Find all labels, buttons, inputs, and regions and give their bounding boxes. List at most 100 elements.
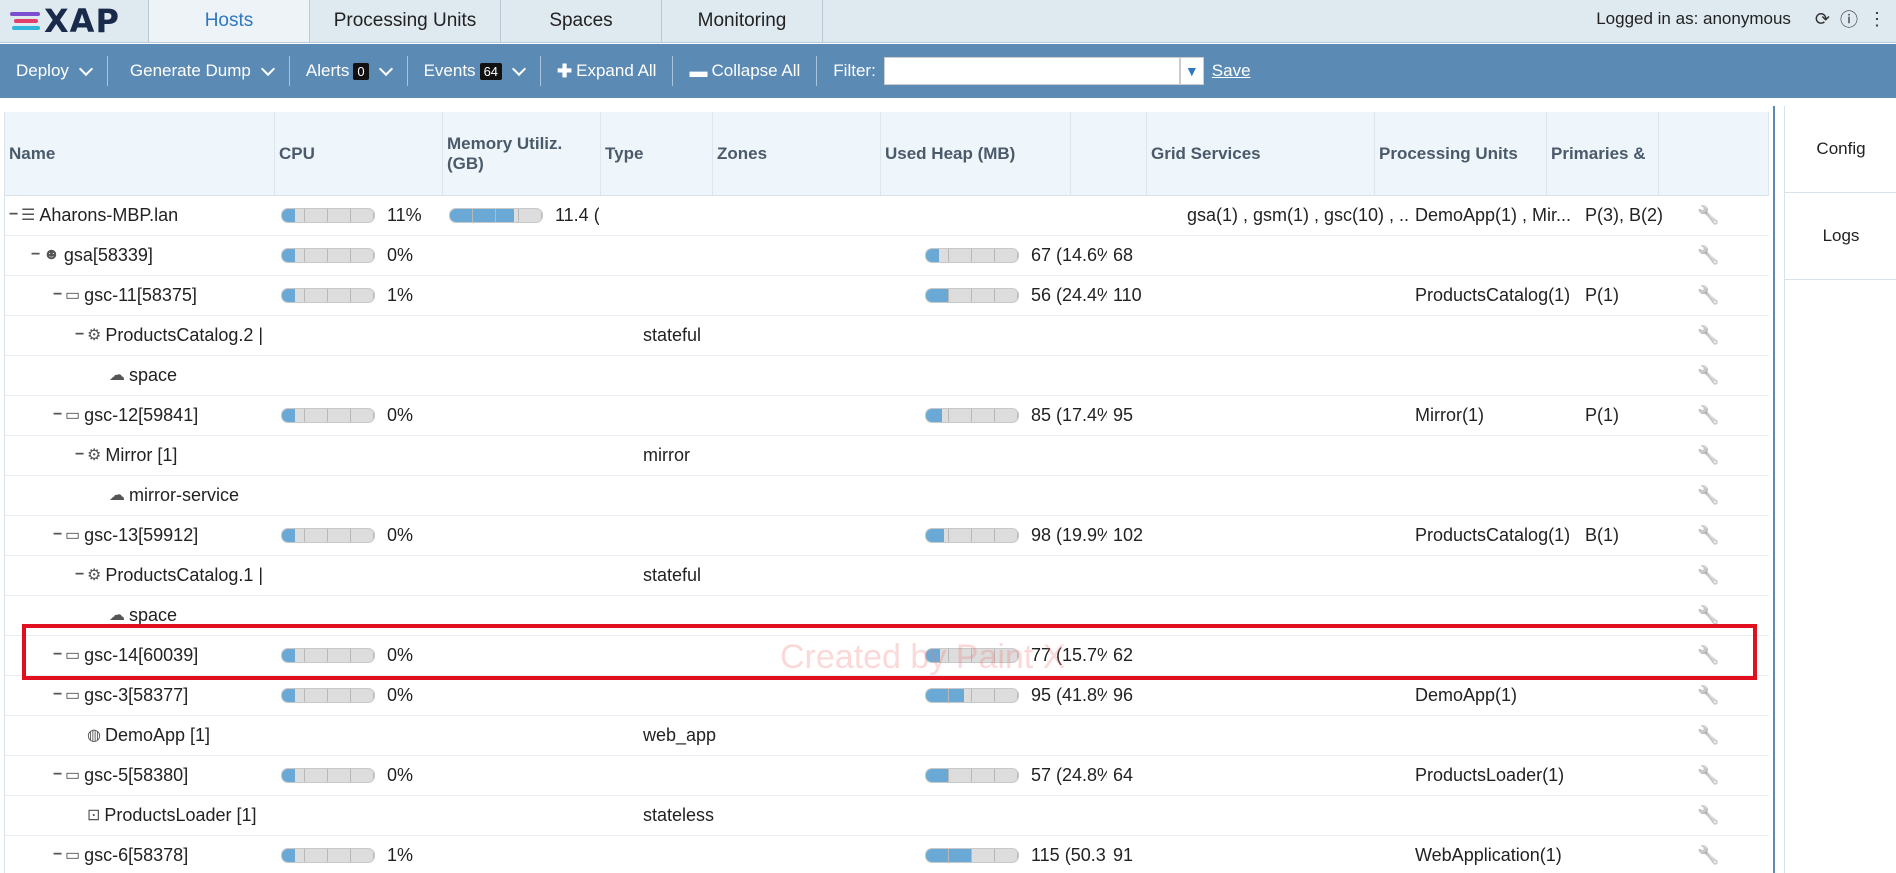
tab-hosts[interactable]: Hosts [148, 0, 309, 42]
table-row[interactable]: − ▭ gsc-13[59912] 0% 98 (19.9% 102 ProductsCat… [5, 515, 1769, 556]
collapse-toggle-icon[interactable]: − [53, 766, 65, 784]
collapse-toggle-icon[interactable]: − [75, 446, 87, 464]
scrollbar[interactable] [1773, 106, 1775, 873]
bar-ticks [926, 768, 1018, 782]
wrench-icon[interactable]: 🔧 [1697, 605, 1719, 626]
row-name[interactable]: space [129, 365, 177, 386]
alerts-button[interactable]: Alerts 0 [290, 54, 407, 88]
column-header-extra[interactable] [1071, 112, 1147, 195]
menu-icon[interactable]: ⋮ [1868, 9, 1886, 30]
table-row[interactable]: −☰Aharons-MBP.lan 11% 11.4 (69.8 gsa(1) , g… [5, 195, 1769, 236]
wrench-icon[interactable]: 🔧 [1697, 805, 1719, 826]
wrench-icon[interactable]: 🔧 [1697, 205, 1719, 226]
wrench-icon[interactable]: 🔧 [1697, 445, 1719, 466]
column-header-zones[interactable]: Zones [713, 112, 881, 195]
table-row[interactable]: ⊡ ProductsLoader [1] stateless 🔧 [5, 795, 1769, 836]
cpu-value: 0% [387, 524, 414, 545]
generate-dump-button[interactable]: Generate Dump [108, 54, 289, 88]
row-name[interactable]: gsc-3[58377] [84, 685, 188, 706]
collapse-toggle-icon[interactable]: − [75, 326, 87, 344]
collapse-toggle-icon[interactable]: − [53, 406, 65, 424]
row-name[interactable]: gsc-13[59912] [84, 525, 198, 546]
table-row[interactable]: − ▭ gsc-12[59841] 0% 85 (17.4% 95 Mirror(1) P(1… [5, 395, 1769, 436]
column-header-grid-services[interactable]: Grid Services [1147, 112, 1375, 195]
wrench-icon[interactable]: 🔧 [1697, 285, 1719, 306]
processing-units-cell: DemoApp(1) , Mir... [1415, 195, 1581, 235]
container-icon: ▭ [65, 847, 81, 864]
refresh-icon[interactable]: ⟳ [1815, 9, 1830, 30]
table-row[interactable]: − ☻ gsa[58339] 0% 67 (14.6% 68 🔧 [5, 235, 1769, 276]
tab-spaces[interactable]: Spaces [500, 0, 661, 42]
row-name[interactable]: gsc-12[59841] [84, 405, 198, 426]
collapse-toggle-icon[interactable]: − [9, 206, 21, 224]
wrench-icon[interactable]: 🔧 [1697, 405, 1719, 426]
row-name[interactable]: gsa[58339] [64, 245, 153, 266]
info-icon[interactable]: ⓘ [1840, 6, 1858, 32]
column-header-type[interactable]: Type [601, 112, 713, 195]
row-name[interactable]: ProductsLoader [1] [104, 805, 256, 826]
table-row[interactable]: ☁ mirror-service 🔧 [5, 475, 1769, 516]
collapse-toggle-icon[interactable]: − [53, 286, 65, 304]
row-name[interactable]: Aharons-MBP.lan [39, 205, 178, 226]
filter-dropdown-icon[interactable]: ▼ [1179, 57, 1204, 85]
table-row[interactable]: − ⚙ ProductsCatalog.1 | stateful 🔧 [5, 555, 1769, 596]
collapse-toggle-icon[interactable]: − [31, 246, 43, 264]
column-header-memory[interactable]: Memory Utiliz. (GB) [443, 112, 601, 195]
filter-input[interactable] [883, 57, 1180, 85]
wrench-icon[interactable]: 🔧 [1697, 725, 1719, 746]
name-cell: ⊡ ProductsLoader [1] [5, 795, 343, 835]
save-link[interactable]: Save [1212, 61, 1251, 81]
collapse-toggle-icon[interactable]: − [75, 566, 87, 584]
row-name[interactable]: gsc-14[60039] [84, 645, 198, 666]
table-row[interactable]: ☁ space 🔧 [5, 355, 1769, 396]
row-name[interactable]: gsc-5[58380] [84, 765, 188, 786]
table-row[interactable]: − ▭ gsc-5[58380] 0% 57 (24.8% 64 ProductsLoade… [5, 755, 1769, 796]
table-row[interactable]: − ▭ gsc-3[58377] 0% 95 (41.8% 96 DemoApp(1) 🔧 [5, 675, 1769, 716]
row-name[interactable]: space [129, 605, 177, 626]
column-header-primaries[interactable]: Primaries & [1547, 112, 1659, 195]
cloud-icon: ☁ [109, 367, 125, 384]
wrench-icon[interactable]: 🔧 [1697, 845, 1719, 866]
deploy-button[interactable]: Deploy [0, 54, 107, 88]
collapse-toggle-icon[interactable]: − [53, 846, 65, 864]
column-header-cpu[interactable]: CPU [275, 112, 443, 195]
expand-all-button[interactable]: ✚ Expand All [541, 54, 672, 88]
collapse-toggle-icon[interactable]: − [53, 646, 65, 664]
name-cell: − ▭ gsc-14[60039] [5, 635, 321, 675]
wrench-icon[interactable]: 🔧 [1697, 325, 1719, 346]
wrench-icon[interactable]: 🔧 [1697, 645, 1719, 666]
collapse-toggle-icon[interactable]: − [53, 526, 65, 544]
tab-processing-units[interactable]: Processing Units [309, 0, 500, 42]
wrench-icon[interactable]: 🔧 [1697, 485, 1719, 506]
table-row[interactable]: ◍ DemoApp [1] web_app 🔧 [5, 715, 1769, 756]
table-row[interactable]: − ⚙ Mirror [1] mirror 🔧 [5, 435, 1769, 476]
row-name[interactable]: mirror-service [129, 485, 239, 506]
row-name[interactable]: DemoApp [1] [105, 725, 210, 746]
events-button[interactable]: Events 64 [408, 54, 540, 88]
row-name[interactable]: Mirror [1] [105, 445, 177, 466]
table-row[interactable]: − ▭ gsc-11[58375] 1% 56 (24.4% 110 ProductsCat… [5, 275, 1769, 316]
collapse-all-button[interactable]: ▬ Collapse All [673, 54, 816, 88]
tab-monitoring[interactable]: Monitoring [661, 0, 823, 42]
name-cell: − ▭ gsc-6[58378] [5, 835, 321, 873]
table-row[interactable]: ☁ space 🔧 [5, 595, 1769, 636]
wrench-icon[interactable]: 🔧 [1697, 685, 1719, 706]
logs-tab[interactable]: Logs [1785, 193, 1896, 280]
wrench-icon[interactable]: 🔧 [1697, 765, 1719, 786]
table-row[interactable]: − ⚙ ProductsCatalog.2 | stateful 🔧 [5, 315, 1769, 356]
row-name[interactable]: gsc-11[58375] [84, 285, 197, 306]
row-name[interactable]: ProductsCatalog.1 | [105, 565, 263, 586]
column-header-processing-units[interactable]: Processing Units [1375, 112, 1547, 195]
wrench-icon[interactable]: 🔧 [1697, 565, 1719, 586]
table-row[interactable]: − ▭ gsc-6[58378] 1% 115 (50.3 91 WebApplicatio… [5, 835, 1769, 873]
column-header-name[interactable]: Name [5, 112, 275, 195]
row-name[interactable]: gsc-6[58378] [84, 845, 188, 866]
collapse-toggle-icon[interactable]: − [53, 686, 65, 704]
wrench-icon[interactable]: 🔧 [1697, 245, 1719, 266]
column-header-used-heap[interactable]: Used Heap (MB) [881, 112, 1071, 195]
wrench-icon[interactable]: 🔧 [1697, 365, 1719, 386]
wrench-icon[interactable]: 🔧 [1697, 525, 1719, 546]
cpu-cell: 0% [281, 675, 441, 715]
row-name[interactable]: ProductsCatalog.2 | [105, 325, 263, 346]
config-tab[interactable]: Config [1785, 106, 1896, 193]
